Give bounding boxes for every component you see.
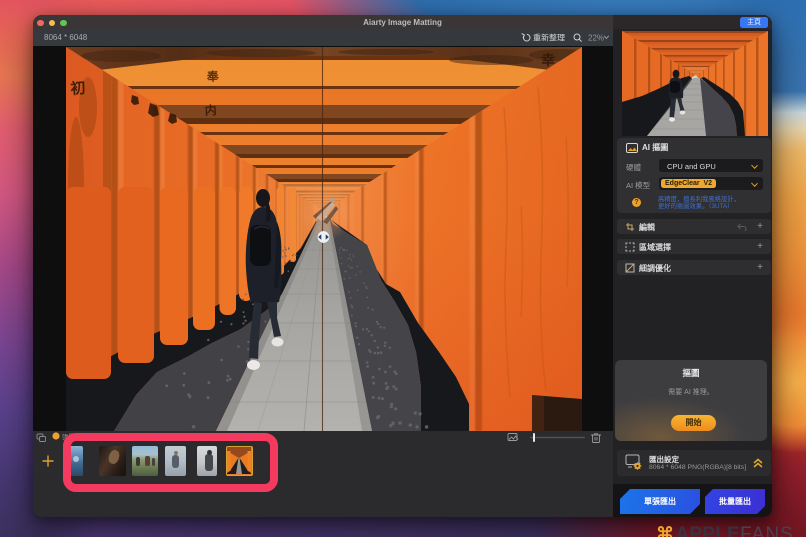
svg-text:22%: 22%: [588, 33, 604, 42]
svg-text:内: 内: [204, 102, 217, 118]
svg-text:幸: 幸: [541, 52, 555, 68]
svg-text:奉: 奉: [205, 68, 220, 84]
svg-text:重新整理: 重新整理: [533, 32, 565, 42]
svg-text:初: 初: [70, 79, 87, 98]
